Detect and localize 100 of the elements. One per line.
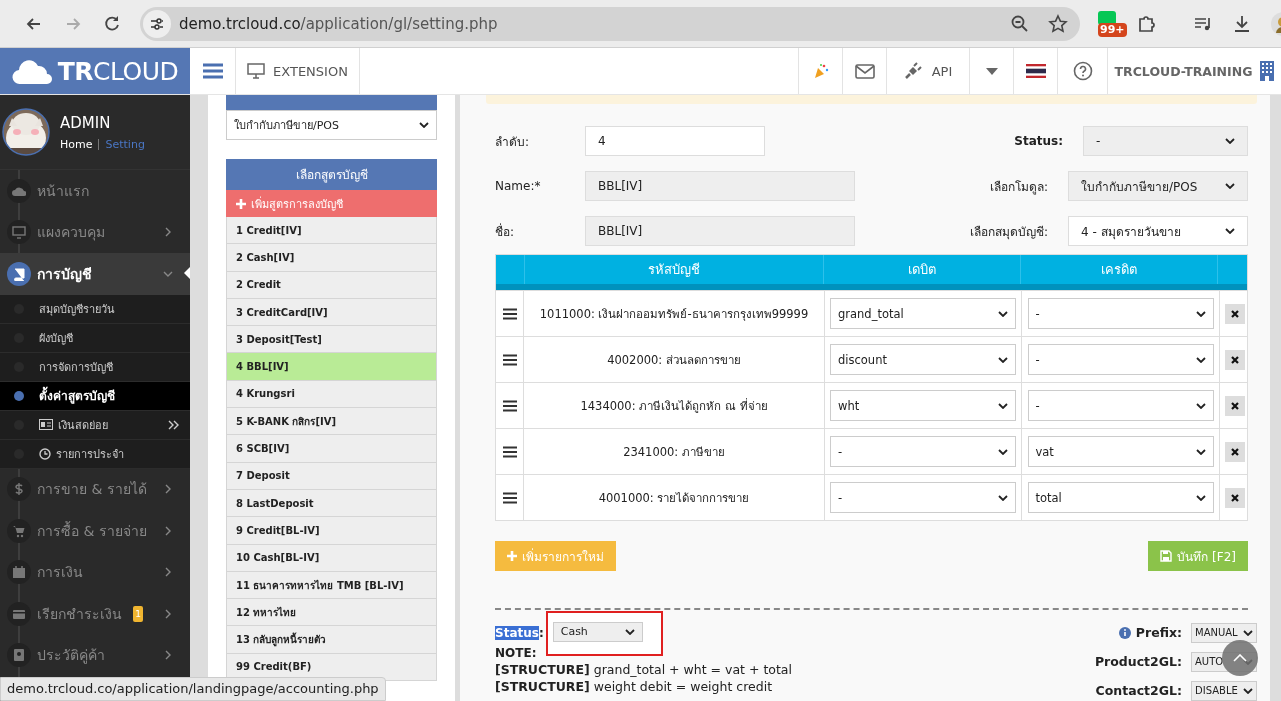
address-bar[interactable]: demo.trcloud.co/application/gl/setting.php [140, 6, 1080, 41]
formula-item[interactable]: 10 Cash[BL-IV] [226, 544, 437, 572]
formula-item[interactable]: 4 Krungsri [226, 380, 437, 409]
caret-icon [1243, 629, 1253, 636]
download-icon[interactable] [1232, 13, 1252, 34]
formula-item[interactable]: 9 Credit[BL-IV] [226, 517, 437, 545]
dropdown[interactable]: - [1083, 126, 1248, 156]
field-label: เลือกสมุดบัญชี: [969, 223, 1048, 241]
submenu-item[interactable]: สมุดบัญชีรายวัน [0, 294, 190, 324]
status-dropdown[interactable]: Cash [552, 621, 643, 642]
drag-handle-icon[interactable] [502, 307, 517, 320]
delete-button[interactable] [1224, 349, 1245, 370]
formula-item[interactable]: 8 LastDeposit [226, 489, 437, 518]
caret-icon[interactable] [985, 67, 998, 75]
delete-button[interactable] [1224, 395, 1245, 416]
sidebar-item[interactable]: เรียกชำระเงิน 1 [0, 593, 190, 635]
api-button[interactable]: API [887, 48, 970, 94]
credit-dropdown[interactable]: - [1027, 390, 1214, 421]
caret-icon [1225, 183, 1235, 189]
caret-icon [998, 494, 1008, 501]
puzzle-icon[interactable] [1136, 13, 1156, 34]
book-icon [12, 266, 26, 281]
debit-dropdown[interactable]: wht [830, 390, 1016, 421]
credit-dropdown[interactable]: - [1027, 344, 1214, 375]
debit-dropdown[interactable]: discount [830, 344, 1016, 375]
caret-icon [998, 310, 1008, 317]
star-icon[interactable] [1048, 13, 1068, 34]
formula-item[interactable]: 2 Credit [226, 271, 437, 299]
text-field[interactable]: 4 [585, 126, 765, 156]
submenu-item[interactable]: ผังบัญชี [0, 323, 190, 353]
delete-button[interactable] [1224, 487, 1245, 508]
sidebar-item[interactable]: การขาย & รายได้ [0, 468, 190, 510]
setting-label: Contact2GL: [1095, 683, 1182, 698]
debit-dropdown[interactable]: grand_total [830, 298, 1016, 329]
dollar-icon [12, 482, 26, 497]
debit-dropdown[interactable]: - [830, 482, 1016, 513]
formula-item[interactable]: 3 Deposit[Test] [226, 326, 437, 354]
formula-item[interactable]: 4 BBL[IV] [226, 353, 437, 381]
caret-icon [1195, 494, 1206, 501]
credit-dropdown[interactable]: total [1027, 482, 1214, 513]
caret-icon [624, 628, 635, 635]
close-icon [1230, 355, 1239, 364]
drag-handle-icon[interactable] [502, 353, 517, 366]
home-link[interactable]: Home [60, 137, 93, 151]
status-bar-url: demo.trcloud.co/application/landingpage/accounting.php [0, 677, 386, 701]
extension-button[interactable]: EXTENSION [236, 48, 360, 94]
formula-item[interactable]: 5 K-BANK กสิกร[IV] [226, 408, 437, 436]
module-dropdown[interactable]: ใบกำกับภาษีขาย/POS [226, 110, 437, 140]
submenu-item[interactable]: การจัดการบัญชี [0, 352, 190, 382]
setting-label: Product2GL: [1094, 654, 1182, 669]
menu-icon[interactable] [202, 63, 223, 79]
field-label: เลือกโมดูล: [989, 178, 1048, 196]
formula-item[interactable]: 7 Deposit [226, 462, 437, 490]
cart-icon [12, 523, 26, 538]
formula-item[interactable]: 2 Cash[IV] [226, 244, 437, 272]
credit-dropdown[interactable]: - [1027, 298, 1214, 329]
zoom-icon[interactable] [1010, 13, 1030, 34]
text-field[interactable]: BBL[IV] [585, 216, 855, 246]
help-icon[interactable] [1072, 61, 1093, 81]
flag-icon[interactable] [1025, 64, 1046, 78]
table-cell: 4001000: รายได้จากการขาย [524, 475, 825, 520]
setting-dropdown[interactable]: MANUAL [1191, 622, 1257, 643]
formula-item[interactable]: 1 Credit[IV] [226, 217, 437, 245]
logo[interactable]: TRCLOUD [0, 48, 190, 94]
sidebar-item[interactable]: แผงควบคุม [0, 211, 190, 253]
timeline-dot [14, 390, 24, 401]
sidebar-item[interactable]: การบัญชี [0, 253, 190, 295]
sidebar-item[interactable]: ประวัติคู่ค้า [0, 634, 190, 676]
sidebar-item[interactable]: การซื้อ & รายจ่าย [0, 510, 190, 552]
dropdown[interactable]: 4 - สมุดรายวันขาย [1068, 216, 1248, 246]
credit-dropdown[interactable]: vat [1027, 436, 1214, 467]
drag-handle-icon[interactable] [502, 399, 517, 412]
formula-item[interactable]: 3 CreditCard[IV] [226, 298, 437, 327]
status-label: Status [495, 626, 539, 640]
formula-item[interactable]: 6 SCB[IV] [226, 435, 437, 463]
drag-handle-icon[interactable] [502, 445, 517, 458]
delete-button[interactable] [1224, 303, 1245, 324]
debit-dropdown[interactable]: - [830, 436, 1016, 467]
dropdown[interactable]: ใบกำกับภาษีขาย/POS [1068, 171, 1248, 201]
delete-button[interactable] [1224, 441, 1245, 462]
setting-label: Prefix: [1135, 625, 1182, 640]
submenu-item[interactable]: เงินสดย่อย [0, 410, 190, 440]
submenu-item[interactable]: ตั้งค่าสูตรบัญชี [0, 381, 190, 411]
drag-handle-icon[interactable] [502, 491, 517, 504]
setting-dropdown[interactable]: DISABLE [1191, 680, 1257, 701]
formula-item[interactable]: 12 ทหารไทย [226, 599, 437, 627]
column-header: เครดิต [1020, 255, 1219, 284]
sidebar-item[interactable]: หน้าแรก [0, 170, 190, 212]
submenu-item[interactable]: รายการประจำ [0, 439, 190, 469]
formula-item[interactable]: 13 กลับลูกหนี้รายตัว [226, 626, 437, 654]
chat-extension-icon[interactable] [1098, 10, 1116, 25]
company-name[interactable]: TRCLOUD-TRAINING [1114, 63, 1253, 79]
site-settings-icon[interactable] [143, 9, 171, 38]
party-popper-icon[interactable] [812, 63, 829, 79]
mail-icon[interactable] [854, 63, 875, 79]
column-header: เดบิต [824, 255, 1021, 284]
sidebar-item[interactable]: การเงิน [0, 551, 190, 593]
text-field[interactable]: BBL[IV] [585, 171, 855, 201]
formula-item[interactable]: 11 ธนาคารทหารไทย TMB [BL-IV] [226, 571, 437, 600]
url-text[interactable]: demo.trcloud.co/application/gl/setting.php [179, 14, 992, 33]
